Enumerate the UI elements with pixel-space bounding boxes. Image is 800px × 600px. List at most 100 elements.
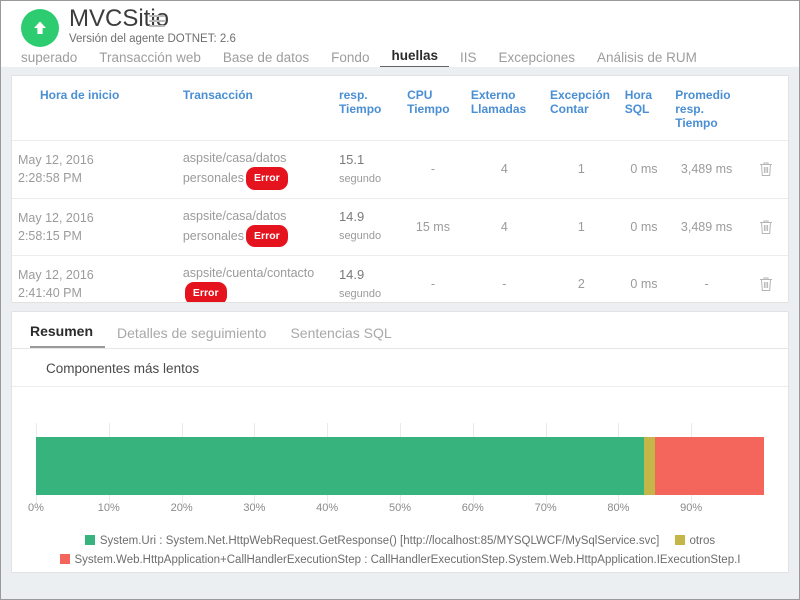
x-axis-tick-label: 70% xyxy=(534,502,557,514)
cell-start-time: May 12, 2016 2:58:15 PM xyxy=(12,197,177,256)
cell-delete[interactable] xyxy=(743,197,788,256)
table-row[interactable]: May 12, 2016 2:41:40 PM aspsite/cuenta/c… xyxy=(12,255,788,302)
resp-value: 14.9 xyxy=(338,209,365,225)
tab-excepciones[interactable]: Excepciones xyxy=(488,50,587,68)
header-line: Promedio xyxy=(675,88,731,102)
app-window: MVCSitio Versión del agente DOTNET: 2.6 … xyxy=(0,0,800,600)
cell-sql-time: 0 ms xyxy=(618,255,670,302)
status-badge: Error xyxy=(246,224,288,247)
page-body: Hora de inicio Transacción resp. Tiempo … xyxy=(1,67,799,599)
column-header-hora-sql[interactable]: Hora SQL xyxy=(619,76,670,141)
table-row[interactable]: May 12, 2016 2:28:58 PM aspsite/casa/dat… xyxy=(12,140,788,198)
x-axis-tick-label: 90% xyxy=(680,502,703,514)
tab-sentencias-sql[interactable]: Sentencias SQL xyxy=(278,325,403,348)
column-header-resp-tiempo[interactable]: resp. Tiempo xyxy=(333,76,401,141)
x-axis-tick-label: 30% xyxy=(243,502,266,514)
transaction-name: aspsite/cuenta/contacto xyxy=(182,266,315,280)
header-line: Tiempo xyxy=(675,116,718,130)
row-date: May 12, 2016 xyxy=(18,153,94,168)
header-line: Externo xyxy=(470,88,516,102)
cell-avg-response-time: 3,489 ms xyxy=(669,140,744,198)
cell-start-time: May 12, 2016 2:28:58 PM xyxy=(12,140,177,198)
cell-exception-count: 1 xyxy=(543,197,619,256)
legend-label: System.Web.HttpApplication+CallHandlerEx… xyxy=(74,554,741,566)
trash-icon[interactable] xyxy=(759,276,773,292)
bar-segment-1[interactable] xyxy=(643,437,655,495)
tab-analisis-de-rum[interactable]: Análisis de RUM xyxy=(586,50,708,68)
row-time: 2:41:40 PM xyxy=(18,286,82,301)
tab-fondo[interactable]: Fondo xyxy=(320,50,380,68)
chart-legend: System.Uri : System.Net.HttpWebRequest.G… xyxy=(24,532,776,570)
trash-icon[interactable] xyxy=(759,161,773,177)
column-header-excepcion-contar[interactable]: Excepción Contar xyxy=(544,76,619,141)
traces-table-body: May 12, 2016 2:28:58 PM aspsite/casa/dat… xyxy=(12,140,788,302)
legend-item-callhandler[interactable]: System.Web.HttpApplication+CallHandlerEx… xyxy=(59,551,741,570)
legend-label: System.Uri : System.Net.HttpWebRequest.G… xyxy=(99,535,660,547)
table-header-row: Hora de inicio Transacción resp. Tiempo … xyxy=(12,76,788,141)
header-line: Excepción xyxy=(549,88,610,102)
detail-card: Resumen Detalles de seguimiento Sentenci… xyxy=(11,311,789,573)
trash-icon[interactable] xyxy=(759,219,773,235)
detail-subtabs: Resumen Detalles de seguimiento Sentenci… xyxy=(12,312,788,349)
cell-exception-count: 2 xyxy=(543,255,619,302)
column-header-transaccion[interactable]: Transacción xyxy=(177,76,333,141)
header-line: SQL xyxy=(624,102,650,116)
cell-transaction[interactable]: aspsite/casa/datos personales Error xyxy=(176,140,333,198)
cell-delete[interactable] xyxy=(743,255,788,302)
legend-swatch-red xyxy=(59,554,70,564)
slowest-components-chart: 0% 10% 20% 30% 40% 50% 60% 70% 80% 90% System.Uri… xyxy=(12,423,788,570)
traces-table: Hora de inicio Transacción resp. Tiempo … xyxy=(12,76,788,302)
column-header-cpu-tiempo[interactable]: CPU Tiempo xyxy=(401,76,465,141)
table-row[interactable]: May 12, 2016 2:58:15 PM aspsite/casa/dat… xyxy=(12,197,788,256)
row-time: 2:58:15 PM xyxy=(18,228,82,243)
header-line: CPU xyxy=(407,88,433,102)
hamburger-icon[interactable] xyxy=(149,15,165,28)
cell-avg-response-time: 3,489 ms xyxy=(669,197,744,256)
tab-base-de-datos[interactable]: Base de datos xyxy=(212,50,320,68)
column-header-externo-llamadas[interactable]: Externo Llamadas xyxy=(465,76,544,141)
header-line: Hora de inicio xyxy=(40,88,120,102)
legend-item-uri[interactable]: System.Uri : System.Net.HttpWebRequest.G… xyxy=(84,532,660,551)
column-header-promedio-resp-tiempo[interactable]: Promedio resp. Tiempo xyxy=(669,76,744,141)
cell-start-time: May 12, 2016 2:41:40 PM xyxy=(12,255,177,302)
legend-label: otros xyxy=(689,535,716,547)
row-time: 2:28:58 PM xyxy=(18,171,82,186)
legend-swatch-green xyxy=(84,535,95,545)
tab-superado[interactable]: superado xyxy=(21,50,88,68)
cell-sql-time: 0 ms xyxy=(618,140,670,198)
bar-segment-2[interactable] xyxy=(654,437,764,495)
header-line: Hora xyxy=(624,88,653,102)
tab-detalles-de-seguimiento[interactable]: Detalles de seguimiento xyxy=(105,325,278,348)
resp-unit: segundo xyxy=(338,287,382,300)
cell-transaction[interactable]: aspsite/cuenta/contacto Error xyxy=(176,255,333,302)
cell-response-time: 14.9 segundo xyxy=(332,197,402,256)
cell-exception-count: 1 xyxy=(543,140,619,198)
cell-cpu-time: 15 ms xyxy=(401,197,465,256)
section-title: Componentes más lentos xyxy=(12,349,788,387)
header-line: resp. xyxy=(338,88,368,102)
tab-resumen[interactable]: Resumen xyxy=(30,323,106,348)
cell-external-calls: 4 xyxy=(464,197,544,256)
x-axis-tick-label: 80% xyxy=(607,502,630,514)
header-line: resp. xyxy=(675,102,704,116)
legend-row-2: System.Web.HttpApplication+CallHandlerEx… xyxy=(24,551,776,570)
app-logo-icon xyxy=(21,9,59,47)
legend-item-otros[interactable]: otros xyxy=(674,532,716,551)
cell-delete[interactable] xyxy=(743,140,788,198)
app-header: MVCSitio Versión del agente DOTNET: 2.6 … xyxy=(1,1,799,68)
cell-cpu-time: - xyxy=(401,140,465,198)
status-badge: Error xyxy=(246,167,288,190)
row-date: May 12, 2016 xyxy=(18,210,94,225)
bar-segment-0[interactable] xyxy=(36,437,644,495)
cell-cpu-time: - xyxy=(401,255,465,302)
column-header-hora-de-inicio[interactable]: Hora de inicio xyxy=(12,76,177,141)
cell-transaction[interactable]: aspsite/casa/datos personales Error xyxy=(176,197,333,256)
tab-iis[interactable]: IIS xyxy=(449,50,488,68)
row-date: May 12, 2016 xyxy=(18,268,94,283)
header-line: Transacción xyxy=(182,88,253,102)
chart-plot-area xyxy=(36,423,764,505)
legend-row-1: System.Uri : System.Net.HttpWebRequest.G… xyxy=(24,532,776,551)
tab-transaccion-web[interactable]: Transacción web xyxy=(88,50,212,68)
header-line: Contar xyxy=(549,102,589,116)
tab-huellas[interactable]: huellas xyxy=(380,48,449,68)
